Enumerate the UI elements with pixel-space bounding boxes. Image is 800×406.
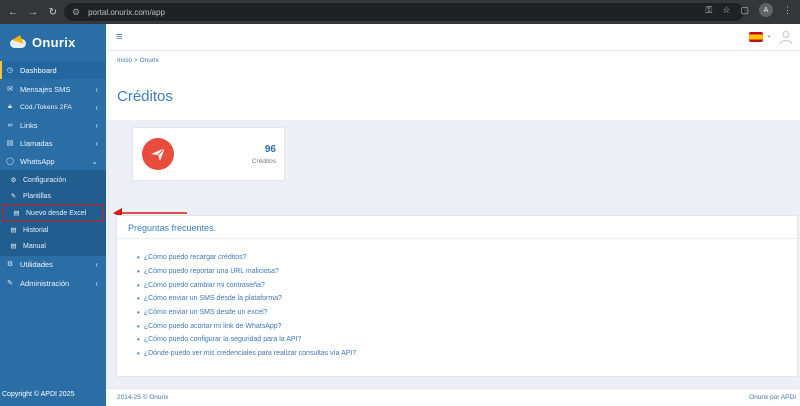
key-icon[interactable]: ⚿: [706, 5, 713, 16]
breadcrumb[interactable]: Inicio > Onurix: [117, 57, 159, 64]
credits-value: 96: [264, 144, 276, 155]
sidebar-item-label: Links: [20, 120, 38, 130]
tools-icon: ⚙: [6, 261, 14, 268]
chevron-down-icon[interactable]: ⌄: [766, 31, 772, 39]
submenu-item-nuevo-excel[interactable]: ▤ Nuevo desde Excel: [2, 205, 104, 221]
sidebar-copyright: Copyright © APDI 2025: [2, 391, 75, 398]
user-avatar-icon[interactable]: [778, 29, 794, 45]
sidebar-item-utilidades[interactable]: ⚙ Utilidades ‹: [0, 255, 106, 273]
sidebar-item-label: Utilidades: [20, 259, 53, 269]
brand-name: Onurix: [32, 34, 76, 50]
faq-panel: Preguntas frecuentes. ¿Cómo puedo recarg…: [117, 216, 797, 376]
faq-link[interactable]: ¿Cómo enviar un SMS desde la plataforma?: [137, 292, 356, 306]
paper-plane-icon: [142, 138, 174, 170]
site-settings-icon[interactable]: ⚙: [72, 7, 80, 18]
profile-avatar[interactable]: A: [759, 3, 773, 17]
sidebar-item-dashboard[interactable]: ◷ Dashboard: [0, 61, 106, 79]
sidebar-item-administracion[interactable]: ✎ Administración ‹: [0, 274, 106, 292]
submenu-item-plantillas[interactable]: ✎ Plantillas: [0, 188, 106, 204]
faq-link[interactable]: ¿Cómo puedo recargar créditos?: [137, 251, 356, 265]
sms-icon: ✉: [7, 86, 13, 93]
wrench-icon: ✎: [7, 280, 13, 287]
chevron-down-icon: ⌄: [91, 156, 98, 166]
footer-credit-link[interactable]: Onurix por APDI: [749, 394, 796, 401]
sidebar-item-label: Cód./Tokens 2FA: [20, 103, 72, 111]
content-header: Inicio > Onurix Créditos: [106, 51, 800, 120]
phone-icon: ▤: [6, 140, 14, 147]
faq-link[interactable]: ¿Cómo puedo configurar la seguridad para…: [137, 333, 356, 347]
page-footer: 2014-25 © Onurix Onurix por APDI: [106, 388, 800, 406]
chevron-left-icon: ‹: [95, 84, 98, 94]
top-header: ≡ ⌄: [106, 24, 800, 51]
gear-icon: ⚙: [10, 177, 17, 184]
submenu-item-label: Plantillas: [23, 192, 52, 200]
faq-link[interactable]: ¿Cómo puedo acortar mi link de WhatsApp?: [137, 319, 356, 333]
sidebar-item-sms[interactable]: ✉ Mensajes SMS ‹: [0, 80, 106, 98]
submenu-item-manual[interactable]: ▤ Manual: [0, 238, 106, 254]
whatsapp-submenu: ⚙ Configuración ✎ Plantillas ▤ Nuevo des…: [0, 170, 106, 256]
submenu-item-configuracion[interactable]: ⚙ Configuración: [0, 172, 106, 188]
link-icon: ∞: [7, 121, 13, 129]
chevron-left-icon: ‹: [95, 120, 98, 130]
credits-card: 96 Créditos: [133, 128, 284, 180]
forward-icon[interactable]: →: [28, 7, 38, 18]
faq-link[interactable]: ¿Cómo puedo reportar una URL maliciosa?: [137, 265, 356, 279]
dashboard-icon: ◷: [6, 67, 14, 74]
file-icon: ▤: [13, 210, 20, 217]
chevron-left-icon: ‹: [95, 259, 98, 269]
submenu-item-label: Nuevo desde Excel: [26, 209, 87, 217]
bookmark-star-icon[interactable]: ☆: [722, 5, 730, 16]
submenu-item-label: Historial: [23, 226, 49, 234]
address-bar[interactable]: ⚙ portal.onurix.com/app: [64, 3, 744, 21]
sidebar-item-label: Mensajes SMS: [20, 84, 71, 94]
faq-title: Preguntas frecuentes.: [128, 223, 217, 233]
book-icon: ▤: [10, 243, 17, 250]
browser-menu-icon[interactable]: ⋮: [783, 5, 792, 16]
chevron-left-icon: ‹: [95, 102, 98, 112]
brand-logo[interactable]: Onurix: [0, 24, 106, 60]
browser-toolbar: ← → ↻ ⚙ portal.onurix.com/app ⚿ ☆ ▢ A ⋮: [0, 0, 800, 24]
history-icon: ▤: [10, 227, 17, 234]
footer-copyright: 2014-25 © Onurix: [117, 394, 169, 401]
submenu-item-historial[interactable]: ▤ Historial: [0, 222, 106, 238]
spain-flag-icon[interactable]: [749, 32, 763, 42]
sidebar-item-llamadas[interactable]: ▤ Llamadas ‹: [0, 134, 106, 152]
url-text: portal.onurix.com/app: [88, 7, 166, 17]
sidebar: Onurix ◷ Dashboard ✉ Mensajes SMS ‹ 🔒︎ C…: [0, 24, 106, 406]
onurix-logo-icon: [8, 33, 28, 49]
submenu-item-label: Configuración: [23, 176, 67, 184]
faq-link[interactable]: ¿Cómo enviar un SMS desde un excel?: [137, 306, 356, 320]
sidebar-item-label: Dashboard: [20, 65, 57, 75]
page-title: Créditos: [117, 88, 173, 105]
whatsapp-icon: ◯: [6, 158, 14, 165]
sidebar-item-label: WhatsApp: [20, 156, 55, 166]
sidebar-item-links[interactable]: ∞ Links ‹: [0, 116, 106, 134]
template-icon: ✎: [10, 193, 17, 200]
faq-link[interactable]: ¿Cómo puedo cambiar mi contraseña?: [137, 278, 356, 292]
faq-divider: [117, 238, 797, 239]
credits-label: Créditos: [251, 158, 276, 165]
reload-icon[interactable]: ↻: [48, 7, 58, 18]
faq-list: ¿Cómo puedo recargar créditos? ¿Cómo pue…: [137, 251, 356, 361]
faq-link[interactable]: ¿Dónde puedo ver mis credenciales para r…: [137, 347, 356, 361]
extensions-icon[interactable]: ▢: [740, 5, 749, 16]
sidebar-item-label: Llamadas: [20, 138, 53, 148]
hamburger-menu-icon[interactable]: ≡: [116, 31, 122, 43]
sidebar-item-2fa[interactable]: 🔒︎ Cód./Tokens 2FA ‹: [0, 98, 106, 116]
submenu-item-label: Manual: [23, 242, 46, 250]
chevron-left-icon: ‹: [95, 138, 98, 148]
sidebar-item-label: Administración: [20, 278, 70, 288]
lock-icon: 🔒︎: [8, 103, 12, 110]
back-icon[interactable]: ←: [8, 7, 18, 18]
sidebar-item-whatsapp[interactable]: ◯ WhatsApp ⌄: [0, 152, 106, 170]
chevron-left-icon: ‹: [95, 278, 98, 288]
